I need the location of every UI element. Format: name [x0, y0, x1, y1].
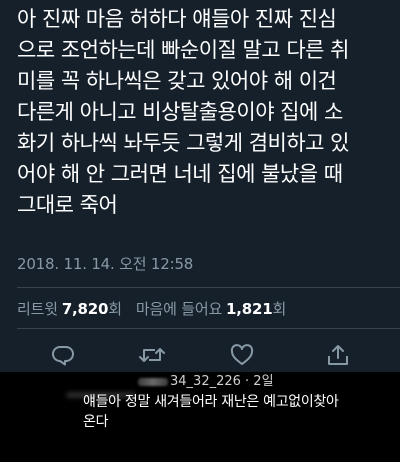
like-button[interactable]: [228, 342, 256, 368]
tweet-line: 그대로 죽어: [17, 193, 118, 217]
reply-icon: [52, 346, 74, 366]
comment-meta: 34_32_226 · 2일: [138, 372, 274, 392]
tweet-line: 으로 조언하는데 빠순이질 말고 다른 취: [17, 38, 350, 62]
likes-suffix: 회: [272, 300, 287, 318]
tweet-actions: [0, 340, 400, 370]
comment-section: 34_32_226 · 2일 얘들아 정말 새겨들어라 재난은 예고없이찾아 온…: [0, 372, 400, 462]
comment-line: 얘들아 정말 새겨들어라 재난은 예고없이찾아: [83, 394, 339, 410]
blurred-nickname: [138, 377, 168, 386]
comment-body: 얘들아 정말 새겨들어라 재난은 예고없이찾아 온다: [83, 392, 383, 432]
likes-count: 1,821: [226, 300, 273, 318]
heart-icon: [230, 344, 254, 365]
tweet-line: 미를 꼭 하나씩은 갖고 있어야 해 이건: [17, 69, 337, 93]
tweet-line: 아 진짜 마음 허하다 얘들아 진짜 진심: [17, 7, 337, 31]
reply-button[interactable]: [49, 342, 77, 368]
tweet-line: 화기 하나씩 놔두듯 그렇게 겸비하고 있: [17, 131, 350, 155]
retweets-label: 리트윗: [17, 300, 58, 318]
retweets-stat[interactable]: 리트윗 7,820회: [17, 300, 122, 318]
tweet-detail: 아 진짜 마음 허하다 얘들아 진짜 진심 으로 조언하는데 빠순이질 말고 다…: [0, 0, 400, 372]
tweet-line: 다른게 아니고 비상탈출용이야 집에 소: [17, 100, 343, 124]
retweet-button[interactable]: [138, 342, 166, 368]
divider: [17, 287, 400, 288]
comment-meta-text: 34_32_226 · 2일: [170, 374, 274, 389]
tweet-timestamp[interactable]: 2018. 11. 14. 오전 12:58: [17, 254, 193, 274]
retweet-icon: [139, 348, 165, 362]
share-button[interactable]: [324, 342, 352, 368]
tweet-line: 어야 해 안 그러면 너네 집에 불났을 때: [17, 162, 343, 186]
tweet-stats: 리트윗 7,820회 마음에 들어요 1,821회: [17, 299, 286, 319]
share-icon: [328, 345, 348, 365]
retweets-suffix: 회: [108, 300, 122, 318]
tweet-body: 아 진짜 마음 허하다 얘들아 진짜 진심 으로 조언하는데 빠순이질 말고 다…: [17, 4, 395, 221]
retweets-count: 7,820: [61, 300, 109, 318]
likes-label: 마음에 들어요: [135, 300, 223, 318]
divider: [17, 328, 400, 329]
comment-line: 온다: [83, 414, 109, 430]
likes-stat[interactable]: 마음에 들어요 1,821회: [136, 300, 286, 318]
